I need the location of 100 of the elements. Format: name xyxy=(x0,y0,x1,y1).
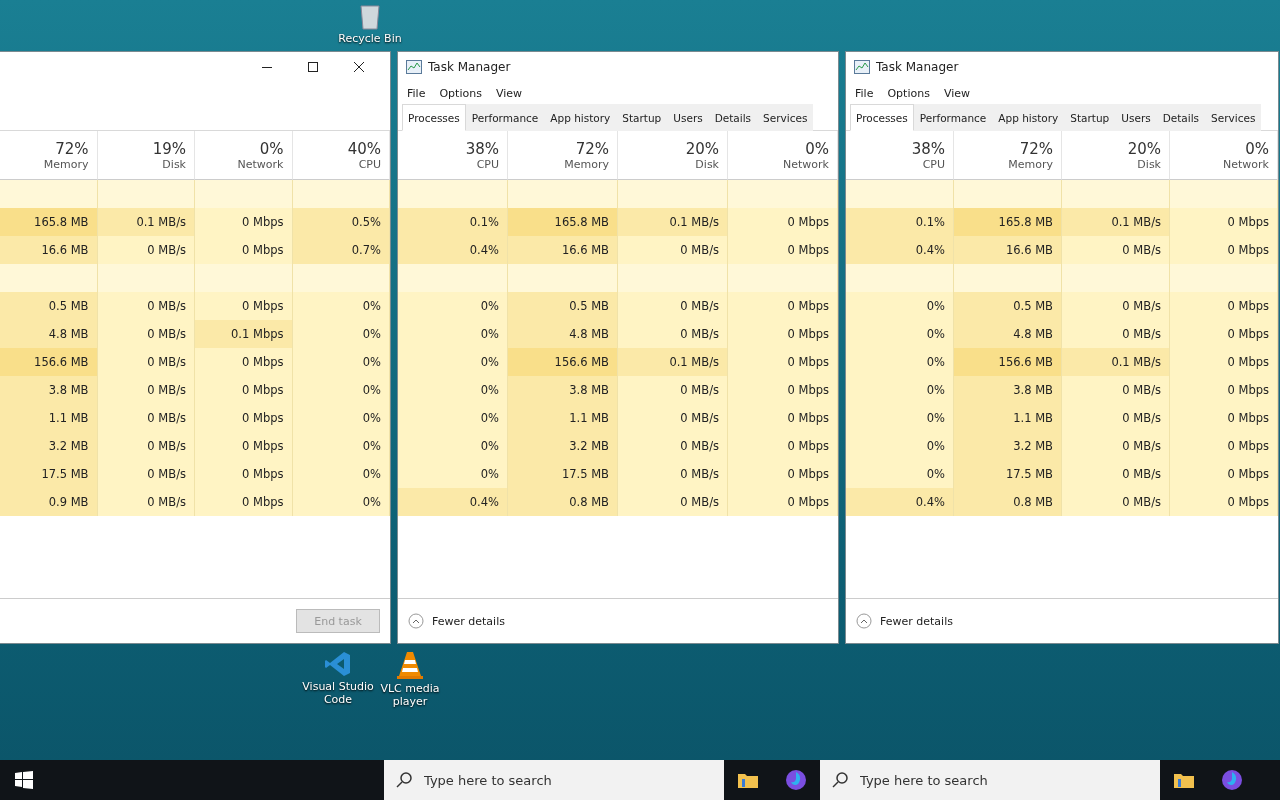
tab[interactable]: Details xyxy=(1156,104,1206,131)
table-cell: 0 MB/s xyxy=(97,460,195,488)
tab[interactable]: App history xyxy=(544,104,617,131)
table-cell: 0 MB/s xyxy=(97,348,195,376)
table-cell: 1.1 MB xyxy=(508,404,618,432)
table-cell: 0 Mbps xyxy=(195,236,293,264)
menu-item[interactable]: File xyxy=(402,84,431,102)
tab[interactable]: Services xyxy=(1205,104,1262,131)
table-cell: 165.8 MB xyxy=(954,208,1062,236)
column-percent: 38% xyxy=(911,139,945,158)
close-icon xyxy=(354,62,364,72)
tab[interactable]: Startup xyxy=(1064,104,1116,131)
tab[interactable]: Users xyxy=(667,104,709,131)
table-cell: 17.5 MB xyxy=(0,460,98,488)
table-cell: 3.8 MB xyxy=(508,376,618,404)
table-cell: 0 MB/s xyxy=(618,488,728,516)
table-cell: 0 MB/s xyxy=(97,236,195,264)
table-cell: 0.1 MB/s xyxy=(97,208,195,236)
table-cell: 3.2 MB xyxy=(508,432,618,460)
table-cell: 0 Mbps xyxy=(728,320,838,348)
table-cell: 3.8 MB xyxy=(0,376,98,404)
column-percent: 20% xyxy=(1127,139,1161,158)
table-cell: 0.4% xyxy=(398,488,508,516)
column-header[interactable]: 19% Disk xyxy=(97,131,195,180)
tab[interactable]: Processes xyxy=(850,104,914,131)
column-label: CPU xyxy=(922,157,945,171)
table-cell: 0% xyxy=(846,404,954,432)
table-cell: 0% xyxy=(398,348,508,376)
table-cell: 4.8 MB xyxy=(954,320,1062,348)
table-cell: 0 MB/s xyxy=(97,432,195,460)
menu-item[interactable]: View xyxy=(490,84,527,102)
table-cell: 0 Mbps xyxy=(1170,432,1278,460)
table-cell: 0 Mbps xyxy=(1170,404,1278,432)
fewer-details-button[interactable]: Fewer details xyxy=(856,613,953,629)
column-percent: 19% xyxy=(152,139,186,158)
column-label: Disk xyxy=(695,157,719,171)
table-cell: 0 Mbps xyxy=(195,208,293,236)
table-cell: 165.8 MB xyxy=(508,208,618,236)
column-header[interactable]: 0% Network xyxy=(728,131,838,180)
column-header[interactable]: 20% Disk xyxy=(1062,131,1170,180)
table-cell: 156.6 MB xyxy=(0,348,98,376)
table-cell: 0 Mbps xyxy=(195,348,293,376)
table-cell: 0 MB/s xyxy=(618,376,728,404)
table-cell: 0 MB/s xyxy=(618,320,728,348)
table-cell: 0.1 MB/s xyxy=(618,348,728,376)
fewer-details-button[interactable]: Fewer details xyxy=(408,613,505,629)
table-cell: 0.8 MB xyxy=(508,488,618,516)
table-cell: 0 Mbps xyxy=(195,404,293,432)
column-percent: 72% xyxy=(1019,139,1053,158)
menu-item[interactable]: Options xyxy=(434,84,487,102)
table-cell: 0.8 MB xyxy=(954,488,1062,516)
column-label: Disk xyxy=(1137,157,1161,171)
menu-item[interactable]: File xyxy=(850,84,879,102)
table-cell: 0 MB/s xyxy=(97,404,195,432)
table-cell: 156.6 MB xyxy=(508,348,618,376)
tab[interactable]: Performance xyxy=(913,104,993,131)
menu-item[interactable]: View xyxy=(938,84,975,102)
table-cell: 0 Mbps xyxy=(1170,292,1278,320)
column-header[interactable]: 72% Memory xyxy=(954,131,1062,180)
table-cell: 0.1 MB/s xyxy=(618,208,728,236)
table-cell: 0.5% xyxy=(292,208,390,236)
search-field[interactable]: Type here to search xyxy=(820,760,1160,800)
tab[interactable]: Performance xyxy=(465,104,545,131)
table-cell: 0 MB/s xyxy=(618,432,728,460)
tab[interactable]: App history xyxy=(992,104,1065,131)
table-cell: 0% xyxy=(846,460,954,488)
table-cell: 0.5 MB xyxy=(508,292,618,320)
table-cell: 0% xyxy=(846,292,954,320)
window-title: Task Manager xyxy=(876,60,959,74)
column-header[interactable]: 38% CPU xyxy=(398,131,508,180)
tab[interactable]: Services xyxy=(757,104,814,131)
column-header[interactable]: 38% CPU xyxy=(846,131,954,180)
column-percent: 72% xyxy=(55,139,89,158)
table-cell: 0.4% xyxy=(846,488,954,516)
table-cell: 0 MB/s xyxy=(1062,292,1170,320)
tab[interactable]: Details xyxy=(708,104,758,131)
table-cell: 0% xyxy=(398,292,508,320)
column-percent: 0% xyxy=(805,139,829,158)
tab[interactable]: Processes xyxy=(402,104,466,131)
column-header[interactable]: 0% Network xyxy=(1170,131,1278,180)
table-cell: 0 Mbps xyxy=(728,376,838,404)
column-header[interactable]: 20% Disk xyxy=(618,131,728,180)
chevron-up-icon xyxy=(408,613,424,629)
search-icon xyxy=(832,772,848,788)
menu-item[interactable]: Options xyxy=(882,84,935,102)
search-field[interactable]: Type here to search xyxy=(384,760,724,800)
table-cell: 0% xyxy=(846,320,954,348)
column-header[interactable]: 0% Network xyxy=(195,131,293,180)
column-percent: 0% xyxy=(259,139,284,158)
tab[interactable]: Users xyxy=(1115,104,1157,131)
column-header[interactable]: 40% CPU xyxy=(292,131,390,180)
search-icon xyxy=(396,772,412,788)
column-header[interactable]: 72% Memory xyxy=(508,131,618,180)
desktop-icon-label[interactable]: Recycle Bin xyxy=(338,32,402,45)
column-label: Memory xyxy=(564,157,609,171)
table-cell: 0 Mbps xyxy=(728,348,838,376)
tab[interactable]: Startup xyxy=(616,104,668,131)
column-header[interactable]: 72% Memory xyxy=(0,131,98,180)
folder-icon xyxy=(1173,771,1195,789)
traffic-cone-icon xyxy=(396,650,424,680)
